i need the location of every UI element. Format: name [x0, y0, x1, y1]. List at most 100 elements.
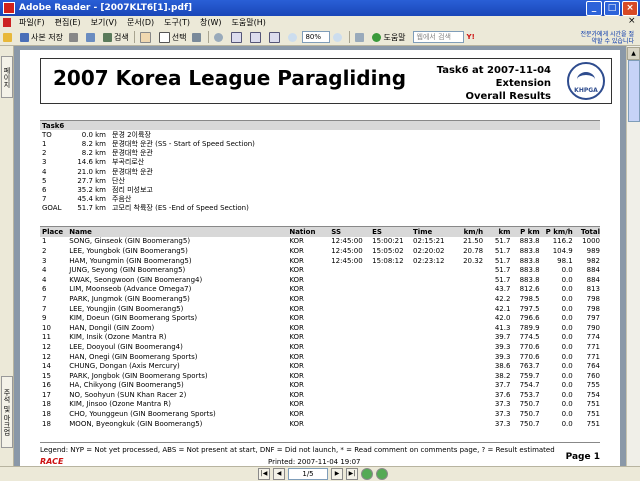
type-line: Extension	[495, 78, 551, 89]
table-row: 15 PARK, Jongbok (GIN Boomerang Sports) KO…	[40, 371, 600, 381]
header-pkmh: P km/h	[545, 227, 573, 236]
cell-pkmh: 0.0	[561, 266, 573, 275]
cell-total: 798	[586, 304, 600, 313]
web-search-input[interactable]: 웹에서 검색	[412, 31, 464, 43]
cell-pkm: 763.7	[519, 362, 540, 371]
cell-place: 16	[42, 381, 51, 390]
table-row: 7 PARK, Jungmok (GIN Boomerang5) KOR 42.2 79…	[40, 294, 600, 304]
hand-tool-button[interactable]	[137, 30, 156, 44]
email-icon	[85, 32, 95, 42]
cell-name: NO, Soohyun (SUN Khan Racer 2)	[69, 390, 187, 399]
document-close-icon[interactable]: ×	[628, 17, 637, 26]
menu-document[interactable]: 문서(D)	[122, 17, 159, 28]
snapshot-button[interactable]	[189, 30, 206, 44]
cell-name: LEE, Youngjin (GIN Boomerang5)	[69, 304, 184, 313]
last-page-icon[interactable]: ▶|	[346, 468, 358, 480]
cell-nation: KOR	[289, 352, 304, 361]
maximize-button[interactable]: □	[604, 1, 620, 16]
fit-width-button[interactable]	[266, 30, 285, 44]
select-tool-button[interactable]: 선택	[156, 30, 190, 44]
prev-page-icon[interactable]: ◀	[273, 468, 285, 480]
cell-km: 37.7	[494, 381, 511, 390]
cell-total: 754	[586, 390, 600, 399]
cell-nation: KOR	[289, 323, 304, 332]
cell-km: 37.3	[494, 419, 511, 428]
email-button[interactable]	[83, 30, 100, 44]
table-row: 11 KIM, Insik (Ozone Mantra R) KOR 39.7 774.…	[40, 333, 600, 343]
cell-time: 02:20:02	[413, 246, 445, 255]
cell-pkm: 883.8	[519, 266, 540, 275]
route-distance: 21.0 km	[77, 167, 106, 176]
cell-pkmh: 0.0	[561, 333, 573, 342]
cell-name: PARK, Jungmok (GIN Boomerang5)	[69, 294, 190, 303]
cell-name: CHO, Younggeun (GIN Boomerang Sports)	[69, 410, 216, 419]
route-tp: 2	[42, 149, 47, 158]
yahoo-button[interactable]: Y!	[464, 30, 478, 44]
cell-place: 11	[42, 333, 51, 342]
open-button[interactable]	[0, 30, 17, 44]
cell-total: 760	[586, 371, 600, 380]
page-number-input[interactable]: 1/5	[288, 468, 328, 480]
vertical-scrollbar[interactable]: ▲	[626, 46, 640, 466]
scroll-up-icon[interactable]: ▲	[627, 47, 640, 60]
zoom-input[interactable]: 80%	[302, 31, 331, 43]
cell-pkmh: 0.0	[561, 323, 573, 332]
menu-window[interactable]: 창(W)	[195, 17, 227, 28]
cell-name: KIM, Doeun (GIN Boomerang Sports)	[69, 314, 198, 323]
route-distance: 0.0 km	[81, 130, 106, 139]
comments-tab[interactable]: 주석 및 마크업	[1, 376, 13, 448]
cell-total: 790	[586, 323, 600, 332]
cell-pkmh: 0.0	[561, 390, 573, 399]
rotate-button[interactable]	[352, 30, 369, 44]
next-page-icon[interactable]: ▶	[331, 468, 343, 480]
cell-total: 982	[586, 256, 600, 265]
scroll-thumb[interactable]	[628, 60, 640, 122]
menu-file[interactable]: 파일(F)	[14, 17, 50, 28]
zoom-out-button[interactable]	[285, 30, 302, 44]
search-button[interactable]: 검색	[100, 30, 132, 44]
back-view-icon[interactable]	[361, 468, 373, 480]
cell-km: 39.3	[494, 342, 511, 351]
cell-total: 797	[586, 314, 600, 323]
cell-name: HAN, Onegi (GIN Boomerang Sports)	[69, 352, 198, 361]
menu-help[interactable]: 도움말(H)	[227, 17, 271, 28]
cell-km: 51.7	[494, 266, 511, 275]
cell-pkmh: 0.0	[561, 342, 573, 351]
cell-km: 37.6	[494, 390, 511, 399]
cell-total: 774	[586, 333, 600, 342]
cell-pkmh: 0.0	[561, 352, 573, 361]
cell-pkm: 812.6	[519, 285, 540, 294]
cell-name: HAN, Dongil (GIN Zoom)	[69, 323, 155, 332]
promo-text[interactable]: 전문가에게 시간을 절약할 수 있습니다	[578, 31, 635, 45]
cell-name: KIM, Jinsoo (Ozone Mantra R)	[69, 400, 171, 409]
zoom-tool-button[interactable]	[211, 30, 228, 44]
cell-pkm: 753.7	[519, 390, 540, 399]
plus-icon	[333, 32, 343, 42]
folder-icon	[3, 32, 12, 42]
header-nation: Nation	[289, 227, 316, 236]
minimize-button[interactable]: _	[586, 1, 602, 16]
save-copy-button[interactable]: 사본 저장	[17, 30, 66, 44]
cell-nation: KOR	[289, 342, 304, 351]
forward-view-icon[interactable]	[376, 468, 388, 480]
legend: Legend: NYP = Not yet processed, ABS = N…	[40, 442, 600, 454]
cell-pkm: 770.6	[519, 342, 540, 351]
cell-total: 771	[586, 352, 600, 361]
menu-tools[interactable]: 도구(T)	[159, 17, 195, 28]
navigation-sidebar: 페이지 주석 및 마크업	[0, 46, 14, 466]
pages-tab[interactable]: 페이지	[1, 56, 13, 98]
menu-view[interactable]: 보기(V)	[86, 17, 122, 28]
route-distance: 45.4 km	[77, 195, 106, 204]
fit-page-button[interactable]	[247, 30, 266, 44]
cell-total: 1000	[582, 237, 600, 246]
results-header: Place Name Nation SS ES Time km/h km P km P km/h T…	[40, 226, 600, 237]
first-page-icon[interactable]: |◀	[258, 468, 270, 480]
cell-pkmh: 0.0	[561, 285, 573, 294]
print-button[interactable]	[66, 30, 83, 44]
actual-size-button[interactable]	[228, 30, 247, 44]
cell-place: 3	[42, 256, 47, 265]
zoom-in-button[interactable]	[330, 30, 347, 44]
menu-edit[interactable]: 편집(E)	[50, 17, 86, 28]
help-button[interactable]: 도움말	[369, 30, 408, 44]
close-button[interactable]: ×	[622, 1, 638, 16]
